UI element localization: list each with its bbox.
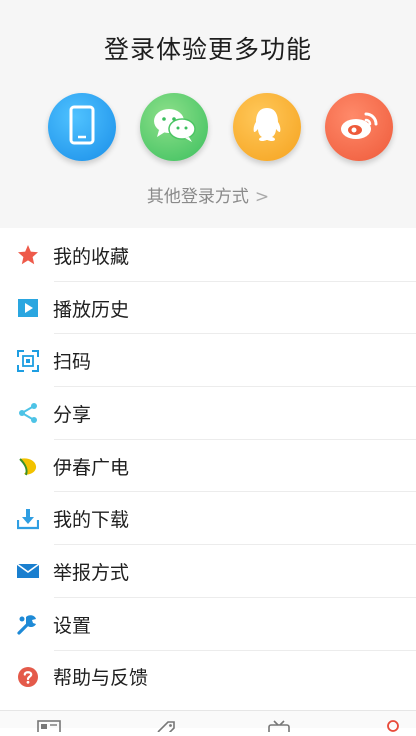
bottom-tab-bar (0, 710, 416, 736)
menu-item-label: 伊春广电 (53, 456, 130, 479)
profile-tab-icon (383, 717, 403, 732)
help-icon (16, 665, 40, 689)
menu-item-help-feedback[interactable]: 帮助与反馈 (0, 650, 416, 704)
qq-icon (250, 105, 284, 149)
menu-item-label: 播放历史 (53, 298, 130, 321)
menu-item-favorites[interactable]: 我的收藏 (0, 229, 416, 282)
menu-item-label: 我的收藏 (53, 245, 130, 268)
menu-list: 我的收藏 播放历史 扫码 分享 伊春广电 我的下载 举报方式 设置 帮助与反馈 (0, 229, 416, 704)
gear-icon (16, 612, 40, 636)
mail-icon (16, 559, 40, 583)
news-tab-icon (37, 717, 61, 736)
other-login-label: 其他登录方式 (146, 187, 249, 207)
menu-item-label: 设置 (53, 614, 92, 637)
menu-item-label: 我的下载 (53, 509, 130, 532)
menu-item-report[interactable]: 举报方式 (0, 545, 416, 598)
menu-item-label: 帮助与反馈 (53, 667, 149, 690)
download-icon (16, 507, 40, 531)
menu-item-settings[interactable]: 设置 (0, 597, 416, 651)
login-title: 登录体验更多功能 (103, 35, 312, 64)
tab-profile[interactable] (380, 717, 406, 732)
qq-login-button[interactable] (233, 93, 301, 161)
menu-item-label: 扫码 (53, 351, 92, 374)
share-icon (16, 401, 40, 425)
weibo-login-button[interactable] (325, 93, 393, 161)
tab-tv[interactable] (266, 717, 292, 736)
chevron-right-icon: > (254, 187, 270, 207)
menu-item-yichun-tv[interactable]: 伊春广电 (0, 439, 416, 493)
menu-item-share[interactable]: 分享 (0, 387, 416, 440)
tab-news[interactable] (36, 717, 62, 736)
weibo-icon (338, 108, 380, 146)
leaf-icon (16, 454, 40, 478)
wechat-login-button[interactable] (140, 93, 208, 161)
phone-icon (68, 105, 96, 149)
menu-item-play-history[interactable]: 播放历史 (0, 281, 416, 335)
other-login-link[interactable]: 其他登录方式 > (0, 182, 416, 207)
phone-login-button[interactable] (48, 93, 116, 161)
tag-tab-icon (154, 717, 176, 736)
menu-item-label: 举报方式 (53, 561, 130, 584)
tab-tag[interactable] (152, 717, 178, 736)
play-icon (16, 296, 40, 320)
scan-icon (16, 349, 40, 373)
star-icon (16, 243, 40, 267)
wechat-icon (151, 107, 197, 147)
menu-item-label: 分享 (53, 403, 92, 426)
menu-item-scan[interactable]: 扫码 (0, 334, 416, 388)
tv-tab-icon (267, 717, 291, 736)
login-panel: 登录体验更多功能 其他登录方式 > (0, 0, 416, 228)
menu-item-downloads[interactable]: 我的下载 (0, 492, 416, 546)
